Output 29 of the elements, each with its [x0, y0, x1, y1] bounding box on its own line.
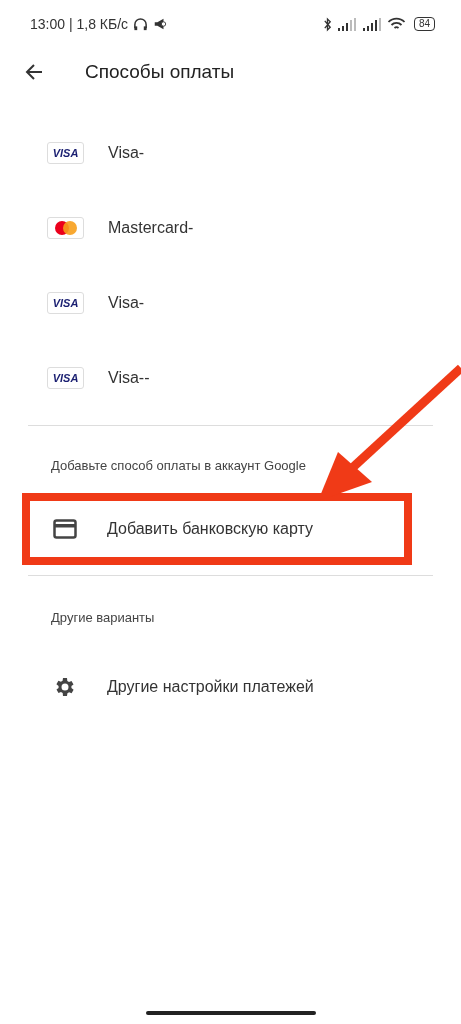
card-label: Visa--: [108, 368, 150, 387]
megaphone-icon: [153, 17, 168, 31]
card-label: Mastercard-: [108, 218, 194, 237]
bluetooth-icon: [322, 16, 332, 32]
payment-card-item[interactable]: VISA Visa--: [0, 340, 461, 415]
card-label: Visa-: [108, 143, 145, 162]
menu-item-label: Другие настройки платежей: [107, 678, 314, 696]
section-heading: Добавьте способ оплаты в аккаунт Google: [50, 457, 307, 475]
payment-card-item[interactable]: VISA Visa-: [0, 265, 461, 340]
card-label: Visa-: [108, 293, 145, 312]
section-heading: Другие варианты: [50, 609, 156, 627]
visa-logo: VISA: [47, 366, 84, 389]
status-time: 13:00 | 1,8 КБ/с: [30, 16, 129, 32]
visa-logo: VISA: [47, 141, 84, 164]
headphones-icon: [133, 16, 149, 32]
back-arrow-icon: [24, 62, 44, 82]
menu-item[interactable]: Другие настройки платежей: [0, 643, 461, 731]
payment-card-item[interactable]: VISA Visa-: [0, 115, 461, 190]
mastercard-logo: [47, 216, 84, 239]
visa-logo: VISA: [47, 291, 84, 314]
menu-item[interactable]: Добавить банковскую карту: [30, 501, 404, 557]
wifi-icon: [386, 17, 406, 31]
signal-icon: [336, 17, 357, 31]
credit-card-icon: [53, 519, 77, 539]
menu-item-label: Добавить банковскую карту: [107, 520, 313, 538]
signal-icon: [361, 17, 382, 31]
payment-card-item[interactable]: Mastercard-: [0, 190, 461, 265]
battery-indicator: 84: [413, 17, 435, 31]
page-title: Способы оплаты: [85, 61, 235, 83]
